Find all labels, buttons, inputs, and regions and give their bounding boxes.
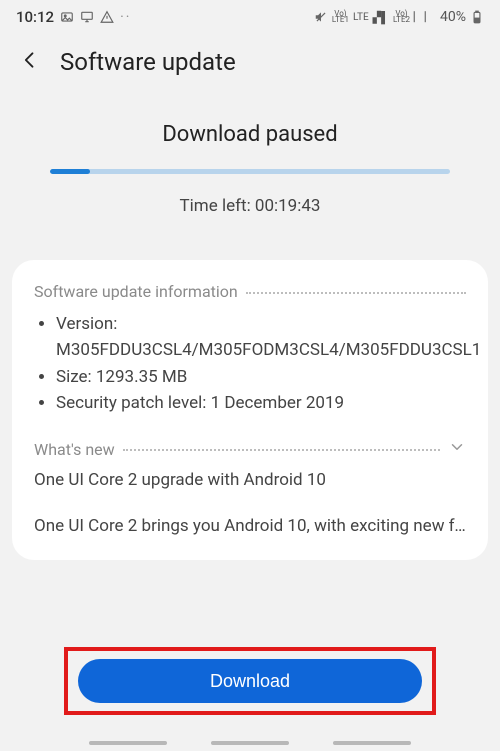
display-icon [80, 10, 94, 24]
signal2-icon: ⎸⎸ [414, 10, 436, 24]
progress-fill [50, 169, 90, 174]
download-status-block: Download paused Time left: 00:19:43 [0, 122, 500, 216]
sim2-bot: LTE2 [393, 17, 410, 23]
sim2-indicator: Vo) LTE2 [393, 11, 410, 24]
dotted-divider [246, 292, 466, 294]
progress-bar [50, 169, 450, 174]
info-size: Size: 1293.35 MB [56, 364, 466, 390]
time-left: Time left: 00:19:43 [24, 196, 476, 216]
whats-new-headline: One UI Core 2 upgrade with Android 10 [34, 470, 466, 490]
whats-new-body: One UI Core 2 upgrade with Android 10 On… [34, 470, 466, 536]
download-status-title: Download paused [24, 122, 476, 147]
warning-icon [100, 10, 114, 24]
update-info-card: Software update information Version: M30… [12, 260, 488, 560]
chevron-down-icon [448, 438, 466, 460]
battery-icon [470, 10, 484, 24]
info-list: Version: M305FDDU3CSL4/M305FODM3CSL4/M30… [34, 311, 466, 416]
signal1-icon: ▞▌ [373, 11, 389, 24]
nav-recent[interactable] [89, 741, 167, 745]
download-button[interactable]: Download [78, 659, 422, 703]
whats-new-label: What's new [34, 440, 115, 459]
status-bar: 10:12 ·· Vo) LTE1 LTE ▞▌ Vo) LTE2 ⎸⎸ 40% [0, 0, 500, 30]
status-left: 10:12 ·· [16, 8, 131, 26]
page-title: Software update [60, 48, 236, 76]
mute-icon [314, 10, 328, 24]
highlight-box: Download [64, 647, 436, 715]
status-more-dots: ·· [120, 9, 131, 25]
info-section-label: Software update information [34, 282, 238, 301]
status-time: 10:12 [16, 8, 54, 26]
info-security: Security patch level: 1 December 2019 [56, 390, 466, 416]
nav-back[interactable] [333, 741, 411, 745]
info-version: Version: M305FDDU3CSL4/M305FODM3CSL4/M30… [56, 311, 466, 364]
lte-label: LTE [353, 12, 369, 23]
navigation-bar [0, 741, 500, 745]
battery-percent: 40% [440, 9, 466, 25]
sim1-bot: LTE1 [332, 17, 349, 23]
info-section-header: Software update information [34, 282, 466, 301]
image-icon [60, 10, 74, 24]
sim1-indicator: Vo) LTE1 [332, 11, 349, 24]
app-header: Software update [0, 30, 500, 88]
whats-new-header[interactable]: What's new [34, 438, 466, 460]
download-button-container: Download [0, 647, 500, 715]
status-right: Vo) LTE1 LTE ▞▌ Vo) LTE2 ⎸⎸ 40% [314, 9, 484, 25]
dotted-divider [123, 449, 440, 451]
back-button[interactable] [20, 50, 40, 74]
whats-new-description: One UI Core 2 brings you Android 10, wit… [34, 516, 466, 536]
nav-home[interactable] [211, 741, 289, 745]
